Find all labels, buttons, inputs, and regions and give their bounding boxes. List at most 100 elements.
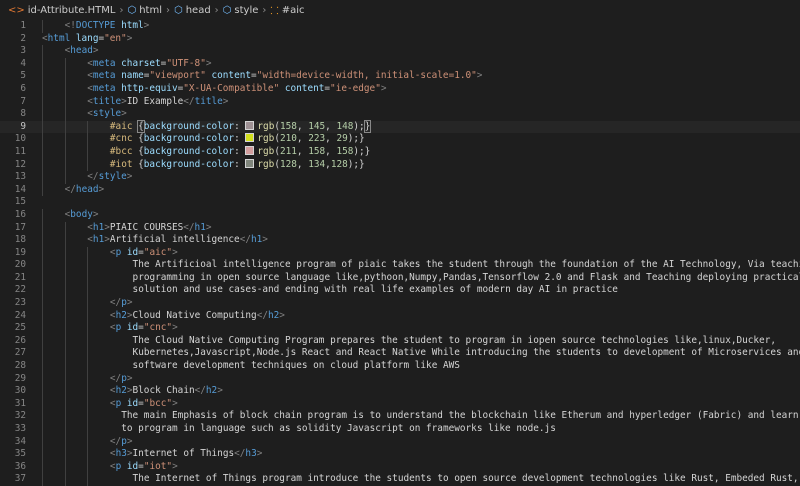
code-token: h2 [205, 385, 218, 397]
code-token: > [126, 171, 133, 183]
code-line[interactable]: 37 The Internet of Things program introdu… [0, 473, 800, 486]
color-swatch[interactable] [245, 120, 255, 130]
code-text: Kubernetes,Javascript,Node.js React and … [133, 347, 800, 360]
code-text: The main Emphasis of block chain program… [121, 410, 798, 423]
code-line[interactable]: 30 <h2>Block Chain</h2> [0, 385, 800, 398]
code-token: rgb [257, 120, 275, 132]
breadcrumb-item-style[interactable]: ⬡ style [223, 5, 259, 16]
code-line[interactable]: 11 #bcc {background-color: rgb(211, 158, … [0, 145, 800, 159]
line-number: 10 [14, 133, 26, 145]
indent-guide [42, 271, 43, 285]
code-text: <p id="aic"> [110, 247, 178, 260]
code-line[interactable]: 13 </style> [0, 171, 800, 184]
code-line[interactable]: 31 <p id="bcc"> [0, 397, 800, 411]
code-line[interactable]: 2 <html lang="en"> [0, 33, 800, 46]
code-token: ); [353, 120, 365, 132]
code-line[interactable]: 9 #aic {background-color: rgb(158, 145, 1… [0, 119, 800, 134]
code-line[interactable]: 17 <h1>PIAIC COURSES</h1> [0, 221, 800, 235]
code-line[interactable]: 7 <title>ID Example</title> [0, 95, 800, 109]
code-line[interactable]: 15 [0, 196, 800, 209]
code-token: > [98, 183, 105, 195]
code-token: > [222, 95, 229, 107]
code-line[interactable]: 35 <h3>Internet of Things</h3> [0, 448, 800, 461]
code-token: <! [64, 20, 76, 31]
color-swatch[interactable] [245, 133, 255, 143]
code-token: head [70, 45, 93, 57]
code-line[interactable]: 25 <p id="cnc"> [0, 322, 800, 335]
breadcrumb-separator-icon: › [262, 4, 267, 16]
code-line[interactable]: 4 <meta charset="UTF-8"> [0, 57, 800, 71]
line-number: 32 [14, 410, 26, 422]
code-token: > [256, 448, 263, 460]
code-editor[interactable]: 1 <!DOCTYPE html> 2 <html lang="en"> 3 <head>… [0, 20, 800, 486]
code-line[interactable]: 21 programming in open source language li… [0, 271, 800, 285]
indent-guide [64, 410, 66, 423]
code-line[interactable]: 19 <p id="aic"> [0, 246, 800, 260]
code-line[interactable]: 14 </head> [0, 183, 800, 197]
code-line[interactable]: 24 <h2>Cloud Native Computing</h2> [0, 309, 800, 323]
code-line[interactable]: 8 <style> [0, 108, 800, 121]
indent-guide [42, 20, 43, 33]
indent-guide [64, 460, 66, 474]
code-token: > [92, 208, 99, 220]
code-line[interactable]: 6 <meta http-equiv="X-UA-Compatible" cont… [0, 82, 800, 96]
code-line[interactable]: 5 <meta name="viewport" content="width=de… [0, 70, 800, 83]
color-swatch[interactable] [245, 158, 255, 168]
code-line[interactable]: 16 <body> [0, 208, 800, 222]
code-token: "width=device-width, initial-scale=1.0" [256, 70, 477, 82]
code-token: 145 [308, 120, 326, 132]
indent-guide [42, 360, 43, 373]
line-number: 8 [20, 108, 26, 120]
code-line[interactable]: 18 <h1>Artificial intelligence</h1> [0, 234, 800, 247]
breadcrumb-item-file[interactable]: <> id-Attribute.HTML [8, 5, 115, 16]
code-token: > [92, 45, 99, 57]
code-token: , [325, 133, 337, 145]
code-text: The Internet of Things program introduce… [133, 473, 799, 486]
code-line[interactable]: 34 </p> [0, 435, 800, 449]
code-line[interactable]: 3 <head> [0, 45, 800, 58]
code-line[interactable]: 33 to program in language such as solidit… [0, 423, 800, 436]
code-line[interactable]: 28 software development techniques on clo… [0, 360, 800, 373]
indent-guide [87, 120, 89, 134]
code-line[interactable]: 22 solution and use cases-and ending with… [0, 284, 800, 298]
code-token: "cnc" [143, 322, 173, 334]
code-line[interactable]: 27 Kubernetes,Javascript,Node.js React an… [0, 347, 800, 361]
indent-guide [42, 221, 43, 235]
code-text: <body> [65, 209, 99, 222]
code-token: > [126, 435, 133, 447]
breadcrumb-item-aic[interactable]: ⸬ #aic [270, 3, 304, 18]
code-line[interactable]: 12 #iot {background-color: rgb(128, 134,1… [0, 158, 800, 172]
color-swatch[interactable] [245, 145, 255, 155]
code-token: { [132, 133, 144, 145]
indent-guide [87, 448, 89, 461]
line-number: 2 [20, 32, 26, 44]
code-text: <meta http-equiv="X-UA-Compatible" conte… [87, 83, 386, 96]
code-line[interactable]: 32 The main Emphasis of block chain progr… [0, 410, 800, 423]
code-token: </ [109, 435, 122, 447]
breadcrumb: <> id-Attribute.HTML › ⬡ html › ⬡ head › ⬡ style › ⸬… [0, 0, 800, 20]
code-token: h1 [194, 221, 206, 233]
code-token: body [70, 208, 93, 220]
line-number: 14 [14, 183, 26, 195]
line-number: 9 [20, 120, 26, 132]
code-line[interactable]: 1 <!DOCTYPE html> [0, 20, 800, 33]
code-token: id [126, 397, 139, 409]
code-line[interactable]: 26 The Cloud Native Computing Program pre… [0, 334, 800, 348]
code-token: </ [109, 297, 122, 309]
code-token: Internet of Things [132, 448, 235, 460]
breadcrumb-item-html[interactable]: ⬡ html [127, 5, 162, 16]
breadcrumb-item-head[interactable]: ⬡ head [174, 5, 211, 16]
code-token: #aic [109, 120, 133, 132]
code-text: <head> [65, 45, 99, 58]
code-line[interactable]: 36 <p id="iot"> [0, 460, 800, 474]
breadcrumb-label: head [185, 4, 211, 16]
code-line[interactable]: 23 </p> [0, 297, 800, 310]
element-icon: ⬡ [222, 4, 232, 16]
code-line[interactable]: 20 The Artificioal intelligence program o… [0, 259, 800, 272]
code-line[interactable]: 10 #cnc {background-color: rgb(210, 223, … [0, 133, 800, 146]
code-token: lang [75, 32, 99, 44]
indent-guide [64, 397, 66, 411]
indent-guide [64, 423, 66, 436]
code-line[interactable]: 29 </p> [0, 372, 800, 386]
code-token: Cloud Native Computing [132, 309, 257, 321]
